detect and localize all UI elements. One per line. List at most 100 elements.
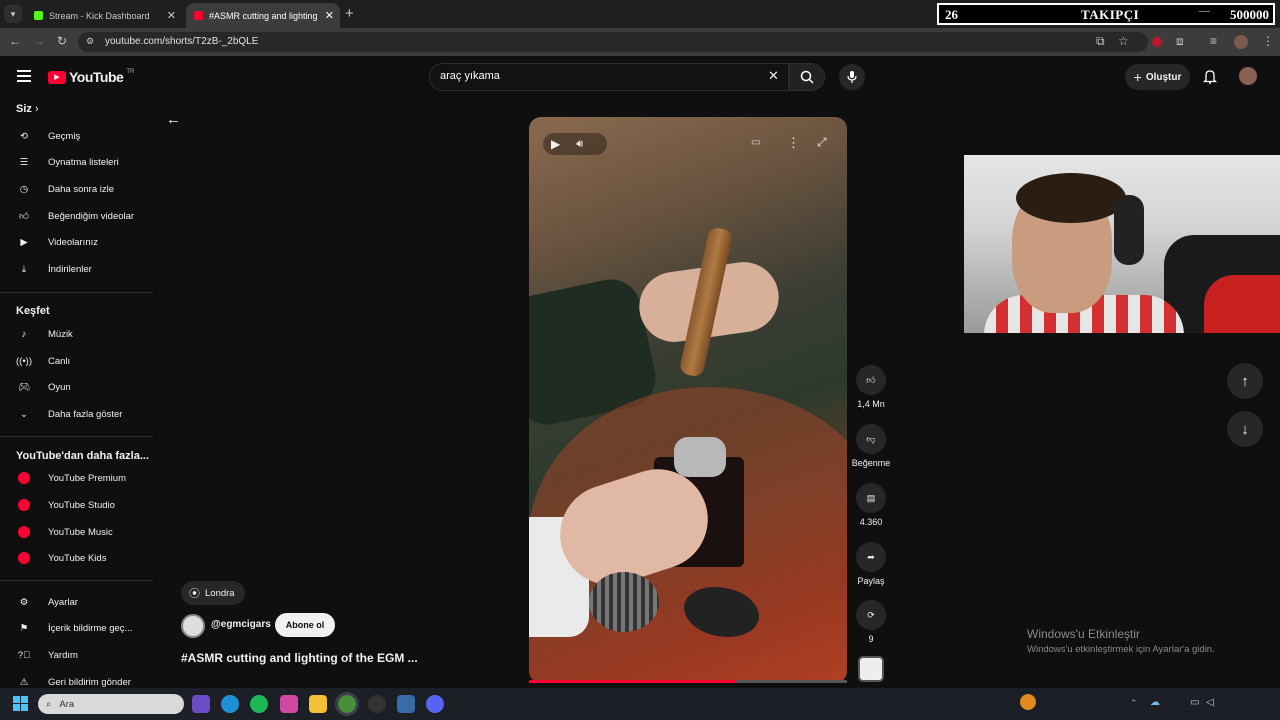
tab-search-button[interactable]: ▾: [4, 5, 22, 23]
close-tab-icon[interactable]: ✕: [325, 9, 334, 22]
youtube-play-logo-icon: ▶: [48, 70, 66, 84]
account-avatar[interactable]: [1239, 67, 1257, 85]
discord-icon[interactable]: [426, 695, 444, 713]
location-chip[interactable]: ⦿ Londra: [181, 581, 245, 605]
voice-search-button[interactable]: [839, 64, 865, 90]
windows-start-icon[interactable]: [13, 696, 28, 711]
short-video-player[interactable]: ▶ 🔊︎ ▭ ⋮ ⤢: [529, 117, 847, 683]
video-frame-lighter-top: [674, 437, 726, 477]
search-button[interactable]: [789, 63, 825, 91]
sidebar-item-youtube-music[interactable]: YouTube Music: [0, 519, 153, 545]
sidebar-item-your-videos[interactable]: ▶ Videolarınız: [0, 229, 153, 255]
browser-tab-kick[interactable]: Stream - Kick Dashboard ✕: [26, 3, 182, 28]
play-icon[interactable]: ▶: [551, 137, 560, 151]
sidebar-item-settings[interactable]: ⚙ Ayarlar: [0, 589, 153, 615]
sidebar-item-youtube-premium[interactable]: YouTube Premium: [0, 465, 153, 491]
chrome-icon[interactable]: [335, 692, 359, 716]
sidebar-item-playlists[interactable]: ☰ Oynatma listeleri: [0, 149, 153, 175]
app-icon-2[interactable]: [397, 695, 415, 713]
sidebar-item-youtube-kids[interactable]: YouTube Kids: [0, 545, 153, 571]
sidebar-item-downloads[interactable]: ⤓ İndirilenler: [0, 256, 153, 282]
search-icon: ⌕: [46, 698, 52, 710]
site-info-icon[interactable]: ⚙: [86, 36, 94, 47]
volume-icon[interactable]: ◁: [1206, 697, 1214, 708]
youtube-favicon-icon: [194, 11, 203, 20]
sidebar-item-music[interactable]: ♪ Müzik: [0, 321, 153, 347]
obs-icon[interactable]: [368, 695, 386, 713]
volume-icon[interactable]: 🔊︎: [576, 138, 583, 151]
remix-button[interactable]: ⟳ 9: [852, 600, 890, 644]
reload-icon[interactable]: ↻: [57, 34, 67, 48]
forward-icon[interactable]: →: [33, 34, 45, 48]
location-label: Londra: [205, 587, 235, 599]
sidebar-item-liked-videos[interactable]: 👍︎ Beğendiğim videolar: [0, 203, 153, 229]
captions-icon[interactable]: ▭: [751, 137, 760, 148]
channel-name[interactable]: @egmcigars: [211, 619, 271, 630]
spotify-icon[interactable]: [250, 695, 268, 713]
youtube-premium-icon: [16, 470, 32, 486]
sidebar-item-label: Beğendiğim videolar: [48, 210, 135, 222]
dislike-button[interactable]: 👎︎ Beğenme: [848, 424, 894, 468]
search-query[interactable]: araç yıkama: [440, 70, 500, 82]
display-icon[interactable]: ▭: [1190, 697, 1199, 708]
install-app-icon[interactable]: ⧉: [1096, 34, 1105, 49]
extension-icon[interactable]: [1152, 37, 1162, 47]
sidebar-item-label: Müzik: [48, 328, 73, 340]
browser-menu-icon[interactable]: ⋮: [1262, 34, 1274, 48]
sidebar-item-live[interactable]: ((•)) Canlı: [0, 348, 153, 374]
edge-icon[interactable]: [221, 695, 239, 713]
network-icon[interactable]: ☁: [1150, 697, 1160, 708]
url-text[interactable]: youtube.com/shorts/T2zB-_2bQLE: [105, 36, 258, 47]
channel-avatar[interactable]: [181, 614, 205, 638]
sidebar-item-history[interactable]: ⟲ Geçmiş: [0, 123, 153, 149]
share-button[interactable]: ➦ Paylaş: [852, 542, 890, 586]
next-short-button[interactable]: ↓: [1227, 411, 1263, 447]
sidebar-item-label: Oyun: [48, 381, 71, 393]
new-tab-button[interactable]: +: [345, 5, 354, 22]
weather-icon[interactable]: [1020, 694, 1036, 710]
copilot-icon[interactable]: [280, 695, 298, 713]
sidebar-item-label: YouTube Premium: [48, 472, 126, 484]
taskbar-search[interactable]: ⌕ Ara: [38, 694, 184, 714]
arrow-up-icon: ↑: [1241, 372, 1249, 390]
sidebar-item-youtube-studio[interactable]: YouTube Studio: [0, 492, 153, 518]
sound-thumbnail[interactable]: [858, 656, 884, 682]
minimize-icon[interactable]: —: [1199, 5, 1210, 17]
you-section-heading[interactable]: Siz ›: [16, 103, 39, 115]
activation-title: Windows'u Etkinleştir: [1027, 627, 1140, 641]
previous-short-button[interactable]: ↑: [1227, 363, 1263, 399]
back-arrow-icon[interactable]: ←: [166, 111, 181, 128]
subscribe-button[interactable]: Abone ol: [275, 613, 335, 637]
tab-title: Stream - Kick Dashboard: [49, 10, 150, 21]
close-tab-icon[interactable]: ✕: [167, 9, 176, 22]
more-options-icon[interactable]: ⋮: [787, 135, 800, 151]
sidebar-item-show-more[interactable]: ⌄ Daha fazla göster: [0, 401, 153, 427]
app-icon[interactable]: [192, 695, 210, 713]
taskbar-search-label: Ara: [59, 698, 75, 710]
chevron-up-icon[interactable]: ⌃: [1130, 698, 1138, 709]
profile-avatar[interactable]: [1234, 35, 1248, 49]
youtube-logo[interactable]: ▶ YouTube TR: [48, 69, 134, 85]
music-icon: ♪: [21, 328, 27, 340]
sidebar-item-gaming[interactable]: 🎮︎ Oyun: [0, 374, 153, 400]
sidebar-item-help[interactable]: ?⃝ Yardım: [0, 642, 153, 668]
back-icon[interactable]: ←: [9, 34, 21, 48]
reading-list-icon[interactable]: ≡: [1210, 34, 1217, 48]
fullscreen-icon[interactable]: ⤢: [817, 135, 827, 150]
notifications-bell-icon[interactable]: [1202, 69, 1218, 89]
sidebar-item-watch-later[interactable]: ◷ Daha sonra izle: [0, 176, 153, 202]
browser-tab-youtube[interactable]: #ASMR cutting and lighting of ✕: [186, 3, 340, 28]
more-from-youtube-heading: YouTube'dan daha fazla...: [16, 450, 149, 462]
like-button[interactable]: 👍︎ 1,4 Mn: [852, 365, 890, 409]
bookmark-star-icon[interactable]: ☆: [1118, 34, 1129, 48]
comments-button[interactable]: ▤ 4.360: [852, 483, 890, 527]
short-title[interactable]: #ASMR cutting and lighting of the EGM ..…: [181, 651, 418, 665]
file-explorer-icon[interactable]: [309, 695, 327, 713]
sidebar-item-report-history[interactable]: ⚑ İçerik bildirme geç...: [0, 615, 153, 641]
hamburger-menu-icon[interactable]: [17, 70, 31, 82]
extensions-puzzle-icon[interactable]: ⧈: [1176, 34, 1184, 49]
create-button[interactable]: + Oluştur: [1125, 64, 1190, 90]
clear-search-icon[interactable]: ✕: [768, 68, 779, 84]
divider: [0, 292, 153, 293]
thumbs-up-icon: 👍︎: [856, 365, 886, 395]
